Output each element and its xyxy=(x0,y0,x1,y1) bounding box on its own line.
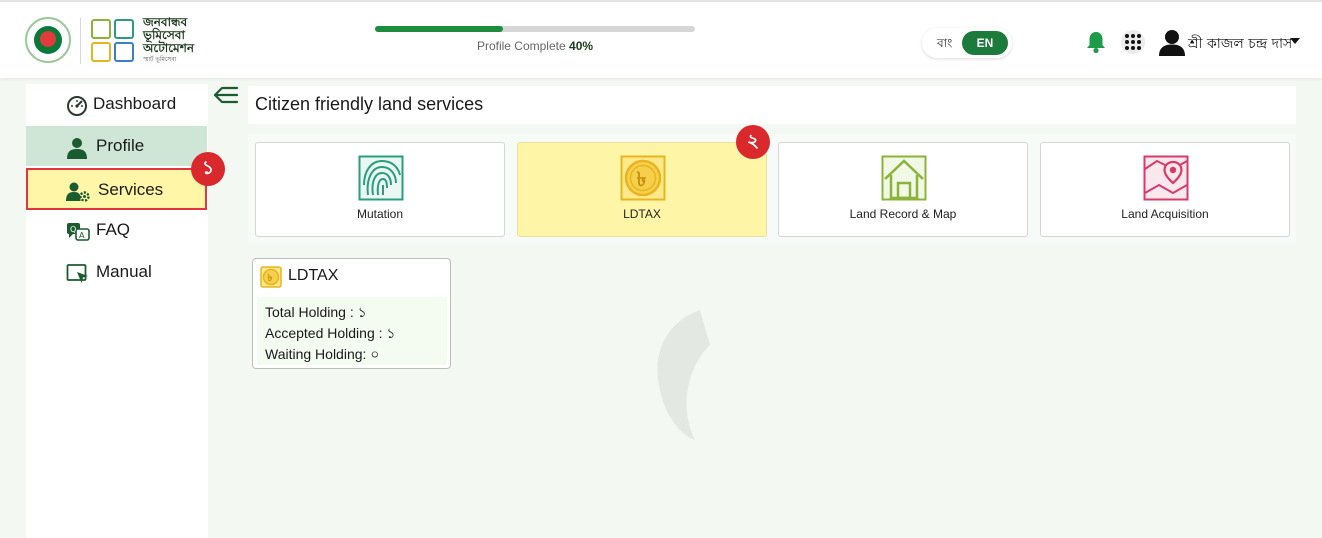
collapse-sidebar-icon[interactable] xyxy=(213,84,239,106)
taka-coin-icon: ৳ xyxy=(620,155,666,201)
caret-down-icon[interactable] xyxy=(1290,38,1300,44)
service-card-label: Land Record & Map xyxy=(849,207,957,221)
ldtax-summary-card[interactable]: ৳ LDTAX Total Holding : ১ Accepted Holdi… xyxy=(252,258,451,369)
summary-title: LDTAX xyxy=(288,267,339,284)
faq-chat-icon: Q A xyxy=(67,223,90,241)
svg-text:৳: ৳ xyxy=(637,167,647,191)
sidebar-item-profile[interactable]: Profile xyxy=(26,126,207,166)
sidebar-item-label: FAQ xyxy=(96,220,131,239)
progress-value: 40% xyxy=(569,39,594,53)
map-pin-icon xyxy=(1143,155,1189,201)
sidebar-item-label: Dashboard xyxy=(93,94,177,113)
progress-track xyxy=(375,26,695,32)
service-card-label: Land Acquisition xyxy=(1121,207,1209,221)
fingerprint-icon xyxy=(358,155,404,201)
progress-text: Profile Complete 40% xyxy=(375,39,695,53)
logo-text: জনবান্ধব ভূমিসেবা অটোমেশন স্মার্ট ভূমিসে… xyxy=(143,16,194,64)
page-title: Citizen friendly land services xyxy=(255,94,484,114)
service-card-ldtax[interactable]: ৳ LDTAX xyxy=(517,142,767,237)
service-card-label: Mutation xyxy=(356,207,404,221)
top-header: জনবান্ধব ভূমিসেবা অটোমেশন স্মার্ট ভূমিসে… xyxy=(0,0,1322,78)
service-card-mutation[interactable]: Mutation xyxy=(255,142,505,237)
profile-progress: Profile Complete 40% xyxy=(375,26,695,53)
sidebar-item-services[interactable]: Services xyxy=(26,168,207,210)
sidebar: Dashboard Profile Services Q A FAQ Manua… xyxy=(26,84,208,538)
progress-label: Profile Complete xyxy=(476,39,566,53)
background-watermark xyxy=(640,290,940,480)
logo-divider xyxy=(80,18,81,64)
sidebar-item-dashboard[interactable]: Dashboard xyxy=(26,84,207,124)
lang-bangla-option[interactable]: বাং xyxy=(937,35,952,55)
sidebar-item-label: Profile xyxy=(96,136,145,155)
page-title-bar: Citizen friendly land services xyxy=(248,86,1296,124)
user-avatar-icon[interactable] xyxy=(1158,28,1186,56)
ldtax-step-badge: ২ xyxy=(736,125,770,159)
sidebar-item-faq[interactable]: Q A FAQ xyxy=(26,210,207,250)
sidebar-item-label: Manual xyxy=(96,262,152,281)
user-name[interactable]: শ্রী কাজল চন্দ্র দাস xyxy=(1188,32,1292,56)
bell-icon[interactable] xyxy=(1085,30,1107,54)
service-card-land-record-map[interactable]: Land Record & Map xyxy=(778,142,1028,237)
service-card-land-acquisition[interactable]: Land Acquisition xyxy=(1040,142,1290,237)
progress-fill xyxy=(375,26,503,32)
services-step-badge: ১ xyxy=(191,152,225,186)
svg-text:A: A xyxy=(79,231,85,240)
government-logo[interactable] xyxy=(25,17,71,63)
waiting-holding: Waiting Holding: ০ xyxy=(265,346,380,362)
manual-cursor-icon xyxy=(66,264,88,283)
lang-english-option[interactable]: EN xyxy=(962,31,1008,55)
language-toggle[interactable]: বাং EN xyxy=(922,28,1012,58)
logo-line-3: অটোমেশন xyxy=(143,41,194,55)
dashboard-gauge-icon xyxy=(67,96,87,116)
sidebar-item-label: Services xyxy=(98,180,164,199)
apps-grid-icon[interactable] xyxy=(1121,30,1145,54)
person-icon xyxy=(67,138,87,159)
service-card-label: LDTAX xyxy=(623,207,661,221)
land-automation-logo-icon xyxy=(91,19,137,65)
svg-text:৳: ৳ xyxy=(268,273,273,284)
summary-body: Total Holding : ১ Accepted Holding : ১ W… xyxy=(257,297,447,365)
house-icon xyxy=(881,155,927,201)
sidebar-item-manual[interactable]: Manual xyxy=(26,252,207,292)
taka-coin-icon: ৳ xyxy=(260,266,282,288)
logo-tagline: স্মার্ট ভূমিসেবা xyxy=(143,56,177,63)
services-gear-user-icon xyxy=(66,182,90,202)
svg-text:Q: Q xyxy=(70,225,76,234)
